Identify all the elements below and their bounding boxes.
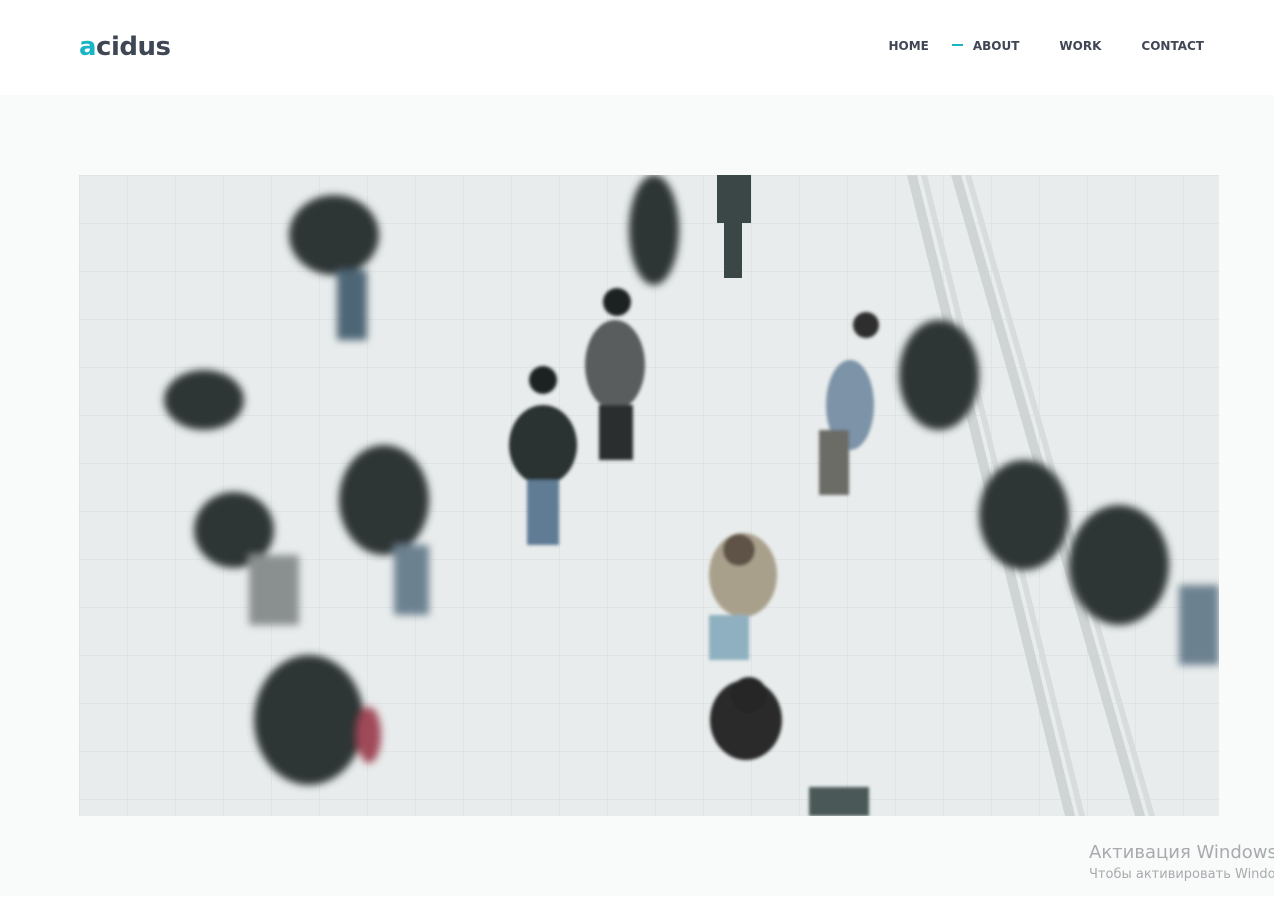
watermark-subtitle: Чтобы активировать Windows — [1089, 867, 1274, 882]
nav-link-contact[interactable]: CONTACT — [1141, 37, 1204, 55]
hero-image — [79, 175, 1219, 816]
nav-link-home[interactable]: HOME — [888, 37, 928, 55]
hero-photo — [79, 175, 1219, 816]
logo-accent-letter: a — [79, 32, 97, 62]
windows-activation-watermark: Активация Windows Чтобы активировать Win… — [1089, 842, 1274, 886]
site-header: acidus HOME ABOUT WORK CONTACT — [0, 0, 1274, 95]
nav-link-about[interactable]: ABOUT — [973, 37, 1020, 55]
logo-text: cidus — [96, 32, 171, 62]
footer-strip — [0, 896, 1274, 917]
site-logo[interactable]: acidus — [79, 31, 171, 63]
nav-link-work[interactable]: WORK — [1059, 37, 1101, 55]
active-nav-indicator — [951, 44, 963, 46]
main-nav: HOME ABOUT WORK CONTACT — [888, 37, 1204, 55]
watermark-title: Активация Windows — [1089, 842, 1274, 863]
pole — [717, 175, 751, 223]
